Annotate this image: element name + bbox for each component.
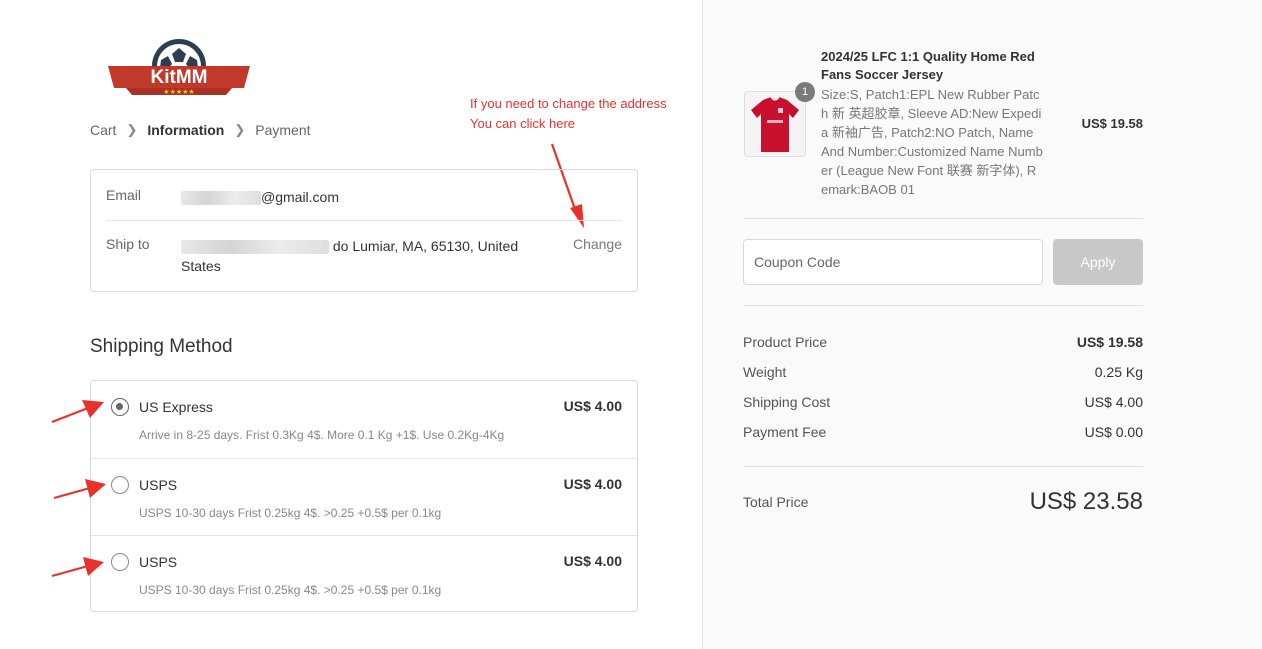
divider xyxy=(743,466,1143,467)
annotation-arrow-icon xyxy=(51,557,104,578)
breadcrumb: Cart ❯ Information ❯ Payment xyxy=(90,122,311,138)
shipping-option-price: US$ 4.00 xyxy=(563,553,622,569)
divider xyxy=(743,305,1143,306)
email-label: Email xyxy=(106,187,142,203)
shipping-method-title: Shipping Method xyxy=(90,336,233,357)
site-logo[interactable]: KitMM ★★★★★ xyxy=(106,38,252,96)
radio-button[interactable] xyxy=(111,553,129,571)
apply-coupon-button[interactable]: Apply xyxy=(1053,239,1143,285)
coupon-code-input[interactable] xyxy=(743,239,1043,285)
summary-value: US$ 19.58 xyxy=(1076,334,1143,350)
breadcrumb-payment: Payment xyxy=(255,122,311,138)
shipping-option-us-express[interactable]: US Express US$ 4.00 Arrive in 8-25 days.… xyxy=(91,381,637,458)
shipping-option-price: US$ 4.00 xyxy=(563,398,622,414)
email-value: @gmail.com xyxy=(181,187,339,207)
total-price-value: US$ 23.58 xyxy=(1029,488,1143,515)
logo-text: KitMM xyxy=(151,67,208,88)
product-title: 2024/25 LFC 1:1 Quality Home Red Fans So… xyxy=(821,49,1035,82)
annotation-arrow-icon xyxy=(51,400,104,424)
summary-value: US$ 4.00 xyxy=(1084,394,1143,410)
breadcrumb-information: Information xyxy=(147,122,225,138)
shipping-option-name: US Express xyxy=(139,399,213,415)
summary-value: US$ 0.00 xyxy=(1084,424,1143,440)
ship-to-value: do Lumiar, MA, 65130, United States xyxy=(181,238,519,274)
summary-label: Shipping Cost xyxy=(743,394,831,410)
summary-label: Weight xyxy=(743,364,787,380)
change-address-link[interactable]: Change xyxy=(573,236,622,252)
annotation-line-2: You can click here xyxy=(470,116,576,131)
shipping-option-description: USPS 10-30 days Frist 0.25kg 4$. >0.25 +… xyxy=(139,583,442,597)
shipping-option-description: USPS 10-30 days Frist 0.25kg 4$. >0.25 +… xyxy=(139,506,442,520)
annotation-arrow-icon xyxy=(53,479,106,500)
radio-button-checked[interactable] xyxy=(111,398,129,416)
product-thumbnail xyxy=(744,91,806,157)
quantity-badge: 1 xyxy=(795,82,815,102)
summary-label: Product Price xyxy=(743,334,828,350)
product-price: US$ 19.58 xyxy=(1081,116,1143,131)
shipping-option-name: USPS xyxy=(139,477,178,493)
svg-text:★★★★★: ★★★★★ xyxy=(163,88,194,96)
summary-label: Payment Fee xyxy=(743,424,827,440)
address-change-annotation: If you need to change the address You ca… xyxy=(470,94,667,134)
redacted-text xyxy=(181,191,261,206)
divider xyxy=(106,220,622,221)
chevron-right-icon: ❯ xyxy=(126,122,138,137)
shipping-option-description: Arrive in 8-25 days. Frist 0.3Kg 4$. Mor… xyxy=(139,428,505,442)
checkout-main-panel: KitMM ★★★★★ Cart ❯ Information ❯ Payment… xyxy=(0,0,702,649)
shipping-options: US Express US$ 4.00 Arrive in 8-25 days.… xyxy=(90,380,638,612)
redacted-text xyxy=(181,240,329,255)
ship-to-label: Ship to xyxy=(106,236,150,252)
divider xyxy=(743,218,1143,219)
annotation-line-1: If you need to change the address xyxy=(470,96,667,111)
shipping-option-usps-1[interactable]: USPS US$ 4.00 USPS 10-30 days Frist 0.25… xyxy=(91,458,637,536)
summary-value: 0.25 Kg xyxy=(1094,364,1143,380)
shipping-option-usps-2[interactable]: USPS US$ 4.00 USPS 10-30 days Frist 0.25… xyxy=(91,535,637,613)
total-price-label: Total Price xyxy=(743,494,809,510)
jersey-icon xyxy=(745,92,805,156)
product-attributes: Size:S, Patch1:EPL New Rubber Patch 新 英超… xyxy=(821,87,1043,197)
shipping-option-name: USPS xyxy=(139,554,178,570)
radio-button[interactable] xyxy=(111,476,129,494)
shipping-option-price: US$ 4.00 xyxy=(563,476,622,492)
chevron-right-icon: ❯ xyxy=(234,122,246,137)
breadcrumb-cart[interactable]: Cart xyxy=(90,122,116,138)
contact-shipping-summary: Email @gmail.com Ship to do Lumiar, MA, … xyxy=(90,169,638,292)
